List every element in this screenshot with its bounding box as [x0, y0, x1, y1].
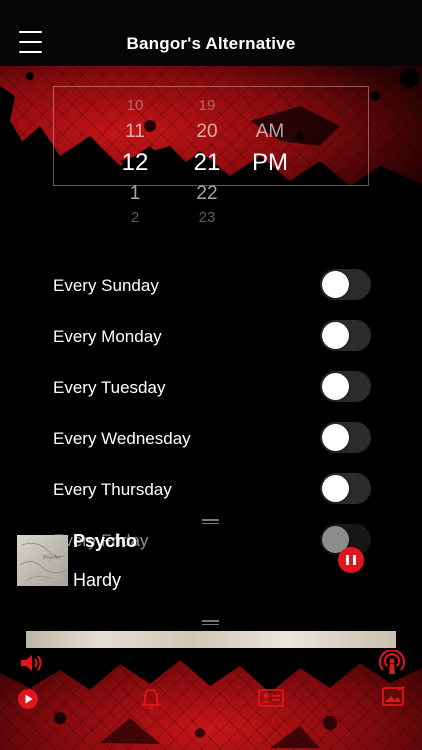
bell-icon[interactable] [141, 688, 161, 710]
toggle-knob [322, 424, 349, 451]
pause-button[interactable] [338, 547, 364, 573]
song-title: Psycho [73, 531, 138, 551]
sunday-toggle[interactable] [320, 269, 371, 300]
schedule-row-sunday: Every Sunday [0, 258, 422, 309]
toggle-knob [322, 373, 349, 400]
schedule-row-wednesday: Every Wednesday [0, 411, 422, 462]
hour-option[interactable]: 1 [105, 183, 165, 205]
schedule-label: Every Sunday [53, 276, 159, 295]
contact-card-icon[interactable] [258, 688, 284, 708]
hour-option[interactable]: 11 [105, 121, 165, 143]
progress-strip[interactable] [26, 631, 396, 648]
schedule-label: Every Tuesday [53, 378, 166, 397]
thursday-toggle[interactable] [320, 473, 371, 504]
page-title: Bangor's Alternative [126, 34, 296, 53]
minute-option[interactable]: 19 [177, 97, 237, 114]
schedule-label: Every Wednesday [53, 429, 191, 448]
wednesday-toggle[interactable] [320, 422, 371, 453]
tuesday-toggle[interactable] [320, 371, 371, 402]
period-option[interactable]: AM [240, 121, 300, 143]
volume-icon[interactable] [19, 652, 45, 674]
minute-option[interactable]: 20 [177, 121, 237, 143]
minute-option[interactable]: 23 [177, 209, 237, 226]
schedule-label: Every Thursday [53, 480, 172, 499]
schedule-row-thursday: Every Thursday [0, 462, 422, 513]
minute-selected[interactable]: 21 [177, 149, 237, 177]
period-selected[interactable]: PM [240, 149, 300, 177]
album-art[interactable]: Psycho [17, 535, 68, 586]
minute-option[interactable]: 22 [177, 183, 237, 205]
toggle-knob [322, 475, 349, 502]
artist-name: Hardy [73, 570, 122, 590]
schedule-row-monday: Every Monday [0, 309, 422, 360]
play-icon[interactable] [17, 688, 39, 710]
monday-toggle[interactable] [320, 320, 371, 351]
schedule-label: Every Monday [53, 327, 162, 346]
hour-option[interactable]: 10 [105, 97, 165, 114]
hour-selected[interactable]: 12 [105, 149, 165, 177]
toggle-knob [322, 271, 349, 298]
svg-text:Psycho: Psycho [42, 555, 60, 561]
broadcast-icon[interactable] [379, 650, 405, 676]
hamburger-menu-icon[interactable] [19, 31, 42, 53]
time-picker[interactable]: 10 11 12 1 2 19 20 21 22 23 AM PM [0, 95, 422, 226]
schedule-row-tuesday: Every Tuesday [0, 360, 422, 411]
drag-handle-icon[interactable] [202, 620, 219, 626]
app-header: Bangor's Alternative [0, 0, 422, 66]
toggle-knob [322, 322, 349, 349]
footer-toolbar [0, 648, 422, 750]
drag-handle-icon[interactable] [202, 519, 219, 525]
photo-icon[interactable] [382, 686, 406, 708]
hour-option[interactable]: 2 [105, 209, 165, 226]
